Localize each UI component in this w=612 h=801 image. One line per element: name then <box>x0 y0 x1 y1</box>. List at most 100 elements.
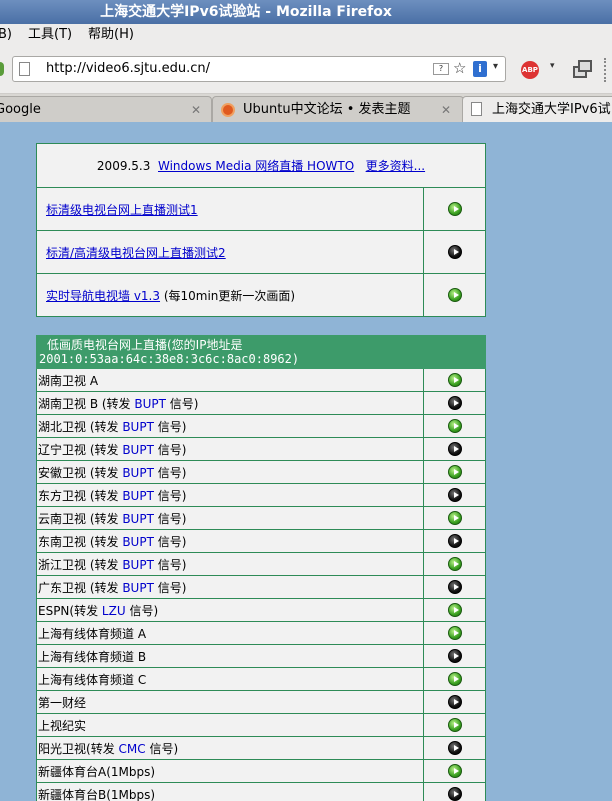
channel-name: 上海有线体育频道 B <box>38 649 147 664</box>
relay-suffix: 信号) <box>165 396 199 411</box>
channel-name: 湖北卫视 <box>38 419 87 434</box>
page-content: 2009.5.3 Windows Media 网络直播 HOWTO 更多资料..… <box>0 123 612 801</box>
unknown-identity-icon[interactable]: ? <box>433 63 449 75</box>
play-black-icon[interactable] <box>447 488 462 503</box>
play-black-icon[interactable] <box>447 649 462 664</box>
relay-prefix: (转发 <box>86 741 119 756</box>
menu-tools[interactable]: 工具(T) <box>28 24 72 46</box>
url-text[interactable]: http://video6.sjtu.edu.cn/ <box>46 61 210 76</box>
window-title: 上海交通大学IPv6试验站 - Mozilla Firefox <box>100 4 392 20</box>
play-green-icon[interactable] <box>447 465 462 480</box>
channel-row: 第一财经 <box>36 690 486 714</box>
relay-source: BUPT <box>122 534 154 549</box>
tab-sjtu-ipv6[interactable]: 上海交通大学IPv6试 <box>462 96 612 122</box>
close-tab-icon[interactable]: ✕ <box>441 99 451 121</box>
channel-row: 安徽卫视 (转发 BUPT 信号) <box>36 460 486 484</box>
close-tab-icon[interactable]: ✕ <box>191 99 201 121</box>
relay-prefix: (转发 <box>86 442 123 457</box>
channel-name: 新疆体育台A(1Mbps) <box>38 764 156 779</box>
relay-source: BUPT <box>122 511 154 526</box>
tab-google[interactable]: Google ✕ <box>0 96 212 122</box>
relay-source: BUPT <box>122 557 154 572</box>
menu-bookmarks[interactable]: B) <box>0 24 12 46</box>
info-icon[interactable]: i <box>473 61 487 77</box>
live-link-row: 实时导航电视墙 v1.3 (每10min更新一次画面) <box>36 273 486 317</box>
url-bar[interactable]: http://video6.sjtu.edu.cn/ ? ☆ i ▾ <box>12 56 506 82</box>
relay-source: BUPT <box>122 419 154 434</box>
adblock-dropdown-icon[interactable]: ▾ <box>550 61 555 71</box>
play-black-icon[interactable] <box>447 580 462 595</box>
channel-row: 阳光卫视(转发 CMC 信号) <box>36 736 486 760</box>
relay-source: BUPT <box>134 396 166 411</box>
channel-name: 上视纪实 <box>38 718 87 733</box>
channel-row: 上海有线体育频道 A <box>36 621 486 645</box>
live-links-table: 2009.5.3 Windows Media 网络直播 HOWTO 更多资料..… <box>36 143 486 317</box>
relay-suffix: 信号) <box>145 741 179 756</box>
channel-row: 湖南卫视 A <box>36 368 486 392</box>
menu-help[interactable]: 帮助(H) <box>88 24 134 46</box>
channel-name: 第一财经 <box>38 695 87 710</box>
page-icon <box>471 102 482 116</box>
channel-name: 上海有线体育频道 C <box>38 672 147 687</box>
more-info-link[interactable]: 更多资料... <box>366 159 425 173</box>
channel-row: ESPN(转发 LZU 信号) <box>36 598 486 622</box>
window-switch-icon[interactable] <box>571 58 593 80</box>
channel-name: 新疆体育台B(1Mbps) <box>38 787 156 801</box>
relay-source: LZU <box>101 603 126 618</box>
channel-row: 浙江卫视 (转发 BUPT 信号) <box>36 552 486 576</box>
play-green-icon[interactable] <box>447 373 462 388</box>
relay-suffix: 信号) <box>125 603 159 618</box>
relay-suffix: 信号) <box>153 511 187 526</box>
history-dropdown-icon[interactable]: ▾ <box>493 61 498 72</box>
channel-row: 东南卫视 (转发 BUPT 信号) <box>36 529 486 553</box>
channel-name: 湖南卫视 A <box>38 373 99 388</box>
relay-prefix: (转发 <box>86 511 123 526</box>
play-black-icon[interactable] <box>447 695 462 710</box>
play-black-icon[interactable] <box>447 245 462 260</box>
channel-row: 云南卫视 (转发 BUPT 信号) <box>36 506 486 530</box>
channel-row: 湖南卫视 B (转发 BUPT 信号) <box>36 391 486 415</box>
channel-row: 湖北卫视 (转发 BUPT 信号) <box>36 414 486 438</box>
play-black-icon[interactable] <box>447 787 462 801</box>
tv-wall-link[interactable]: 实时导航电视墙 v1.3 <box>46 289 160 303</box>
channel-table: 低画质电视台网上直播(您的IP地址是 2001:0:53aa:64c:38e8:… <box>36 335 486 801</box>
howto-link[interactable]: Windows Media 网络直播 HOWTO <box>158 159 354 173</box>
play-black-icon[interactable] <box>447 442 462 457</box>
back-arrow-icon[interactable] <box>0 62 4 76</box>
relay-source: BUPT <box>122 580 154 595</box>
play-green-icon[interactable] <box>447 672 462 687</box>
relay-prefix: (转发 <box>86 557 123 572</box>
play-green-icon[interactable] <box>447 626 462 641</box>
ubuntu-icon <box>221 103 235 117</box>
channel-name: 辽宁卫视 <box>38 442 87 457</box>
relay-source: CMC <box>118 741 146 756</box>
play-black-icon[interactable] <box>447 396 462 411</box>
ip-address: 2001:0:53aa:64c:38e8:3c6c:8ac0:8962) <box>39 352 300 366</box>
play-green-icon[interactable] <box>447 419 462 434</box>
relay-suffix: 信号) <box>153 465 187 480</box>
adblock-plus-icon[interactable]: ABP <box>521 61 539 79</box>
menu-bar: B) 工具(T) 帮助(H) <box>0 24 612 46</box>
play-green-icon[interactable] <box>447 202 462 217</box>
play-green-icon[interactable] <box>447 288 462 303</box>
play-green-icon[interactable] <box>447 603 462 618</box>
relay-prefix: (转发 <box>69 603 102 618</box>
play-black-icon[interactable] <box>447 534 462 549</box>
tab-ubuntu-forum[interactable]: Ubuntu中文论坛 • 发表主题 ✕ <box>212 96 464 122</box>
channel-row: 上视纪实 <box>36 713 486 737</box>
tab-label: 上海交通大学IPv6试 <box>492 102 611 117</box>
channel-row: 新疆体育台A(1Mbps) <box>36 759 486 783</box>
bookmark-star-icon[interactable]: ☆ <box>453 59 466 77</box>
play-green-icon[interactable] <box>447 557 462 572</box>
top-header-cell: 2009.5.3 Windows Media 网络直播 HOWTO 更多资料..… <box>36 143 486 188</box>
play-black-icon[interactable] <box>447 741 462 756</box>
toolbar-grip[interactable] <box>604 58 610 82</box>
play-green-icon[interactable] <box>447 764 462 779</box>
sd-live-test-1-link[interactable]: 标清级电视台网上直播测试1 <box>46 203 198 217</box>
sd-hd-live-test-2-link[interactable]: 标清/高清级电视台网上直播测试2 <box>46 246 226 260</box>
play-green-icon[interactable] <box>447 718 462 733</box>
play-green-icon[interactable] <box>447 511 462 526</box>
relay-source: BUPT <box>122 442 154 457</box>
channel-name: 东南卫视 <box>38 534 87 549</box>
channel-row: 上海有线体育频道 B <box>36 644 486 668</box>
